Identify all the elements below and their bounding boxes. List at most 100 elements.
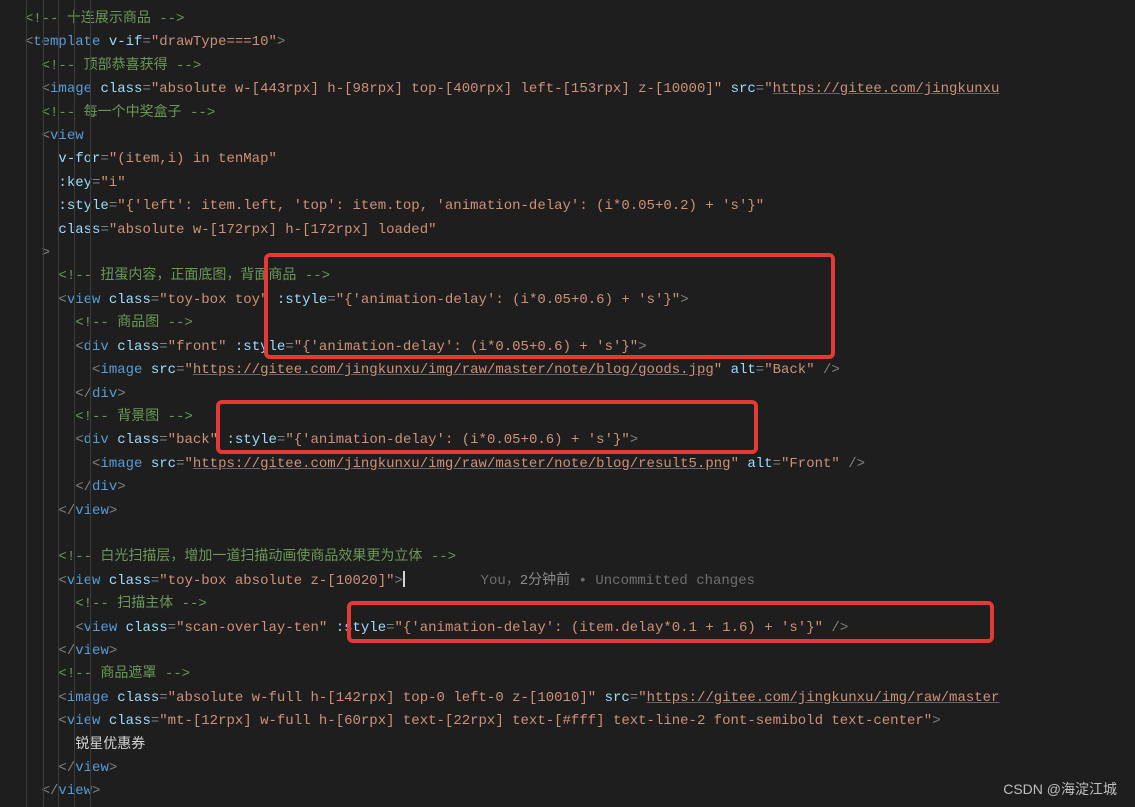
token-attr: src [151,456,176,472]
token-attr: v-if [109,34,143,50]
token-text [109,339,117,355]
token-punct: </ [58,760,75,776]
token-punct: > [395,573,403,589]
code-line[interactable]: </div> [8,476,1135,499]
token-punct: > [630,432,638,448]
code-line[interactable]: <image class="absolute w-full h-[142rpx]… [8,687,1135,710]
code-line[interactable]: </view> [8,500,1135,523]
token-string: " [714,362,722,378]
code-line[interactable] [8,523,1135,546]
token-attr: class [109,713,151,729]
watermark-text: CSDN @海淀江城 [1003,778,1117,801]
code-line[interactable]: <view class="toy-box absolute z-[10020]"… [8,570,1135,593]
code-line[interactable]: <div class="front" :style="{'animation-d… [8,336,1135,359]
token-punct: > [117,479,125,495]
token-text [100,34,108,50]
token-string: "drawType===10" [151,34,277,50]
token-punct: > [117,386,125,402]
code-line[interactable]: </view> [8,780,1135,803]
code-line[interactable]: <!-- 商品遮罩 --> [8,663,1135,686]
code-line[interactable]: <image src="https://gitee.com/jingkunxu/… [8,359,1135,382]
token-string: "{'animation-delay': (item.delay*0.1 + 1… [395,620,823,636]
code-line[interactable]: <view [8,125,1135,148]
code-line[interactable]: <template v-if="drawType===10"> [8,31,1135,54]
token-url: https://gitee.com/jingkunxu/img/raw/mast… [193,456,731,472]
token-attr: alt [731,362,756,378]
token-attr: class [117,690,159,706]
token-punct: = [100,151,108,167]
code-line[interactable]: <!-- 顶部恭喜获得 --> [8,55,1135,78]
token-text [226,339,234,355]
token-punct: = [159,339,167,355]
code-line[interactable]: </view> [8,640,1135,663]
token-punct: = [159,432,167,448]
token-punct: < [58,573,66,589]
token-punct: > [109,760,117,776]
token-tag: div [84,339,109,355]
indent-guide [74,0,75,807]
code-line[interactable]: <!-- 十连展示商品 --> [8,8,1135,31]
indent-guide [90,0,91,807]
code-line[interactable]: class="absolute w-[172rpx] h-[172rpx] lo… [8,219,1135,242]
code-line[interactable]: <!-- 扭蛋内容，正面底图，背面商品 --> [8,265,1135,288]
code-line[interactable]: > [8,242,1135,265]
code-line[interactable]: </view> [8,757,1135,780]
token-text [596,690,604,706]
token-attr: class [58,222,100,238]
token-string: "{'animation-delay': (i*0.05+0.6) + 's'}… [294,339,638,355]
code-line[interactable]: <!-- 商品图 --> [8,312,1135,335]
token-tag: view [75,760,109,776]
token-tag: div [92,479,117,495]
token-punct: = [756,81,764,97]
code-line[interactable]: <view class="mt-[12rpx] w-full h-[60rpx]… [8,710,1135,733]
code-editor[interactable]: <!-- 十连展示商品 --> <template v-if="drawType… [0,0,1135,807]
git-blame-time: 2分钟前 [520,573,570,589]
code-line[interactable]: <div class="back" :style="{'animation-de… [8,429,1135,452]
code-line[interactable]: 锐星优惠券 [8,734,1135,757]
code-line[interactable]: <view class="toy-box toy" :style="{'anim… [8,289,1135,312]
token-string: "toy-box toy" [159,292,268,308]
token-attr: :style [235,339,285,355]
token-string: "absolute w-full h-[142rpx] top-0 left-0… [168,690,596,706]
code-line[interactable]: <image class="absolute w-[443rpx] h-[98r… [8,78,1135,101]
token-comment: <!-- 扫描主体 --> [75,596,207,612]
code-line[interactable]: v-for="(item,i) in tenMap" [8,148,1135,171]
token-tag: div [92,386,117,402]
token-comment: <!-- 扭蛋内容，正面底图，背面商品 --> [58,268,330,284]
token-punct: = [159,690,167,706]
token-punct: = [168,620,176,636]
code-line[interactable]: <!-- 白光扫描层，增加一道扫描动画使商品效果更为立体 --> [8,546,1135,569]
token-punct: = [142,34,150,50]
token-text [840,456,848,472]
code-line[interactable]: :key="i" [8,172,1135,195]
token-punct: /> [823,362,840,378]
token-comment: <!-- 每一个中奖盒子 --> [42,105,216,121]
token-text [142,456,150,472]
token-string: "back" [168,432,218,448]
code-line[interactable]: <!-- 每一个中奖盒子 --> [8,102,1135,125]
token-punct: </ [42,783,59,799]
token-attr: class [109,292,151,308]
token-text [8,526,16,542]
token-url: https://gitee.com/jingkunxu/img/raw/mast… [647,690,1000,706]
token-punct: = [100,222,108,238]
code-line[interactable]: </div> [8,383,1135,406]
token-url: https://gitee.com/jingkunxu [773,81,1000,97]
git-blame-text: • Uncommitted changes [570,573,755,589]
token-text [722,362,730,378]
code-line[interactable]: :style="{'left': item.left, 'top': item.… [8,195,1135,218]
token-punct: = [285,339,293,355]
token-comment: <!-- 背景图 --> [75,409,193,425]
code-line[interactable]: <!-- 背景图 --> [8,406,1135,429]
token-string: " [638,690,646,706]
token-punct: < [75,620,83,636]
code-line[interactable]: <!-- 扫描主体 --> [8,593,1135,616]
token-attr: :style [277,292,327,308]
token-attr: :style [336,620,386,636]
code-line[interactable]: <image src="https://gitee.com/jingkunxu/… [8,453,1135,476]
code-line[interactable]: <view class="scan-overlay-ten" :style="{… [8,617,1135,640]
token-tag: view [50,128,84,144]
token-text [142,362,150,378]
token-punct: = [151,292,159,308]
token-punct: < [75,339,83,355]
